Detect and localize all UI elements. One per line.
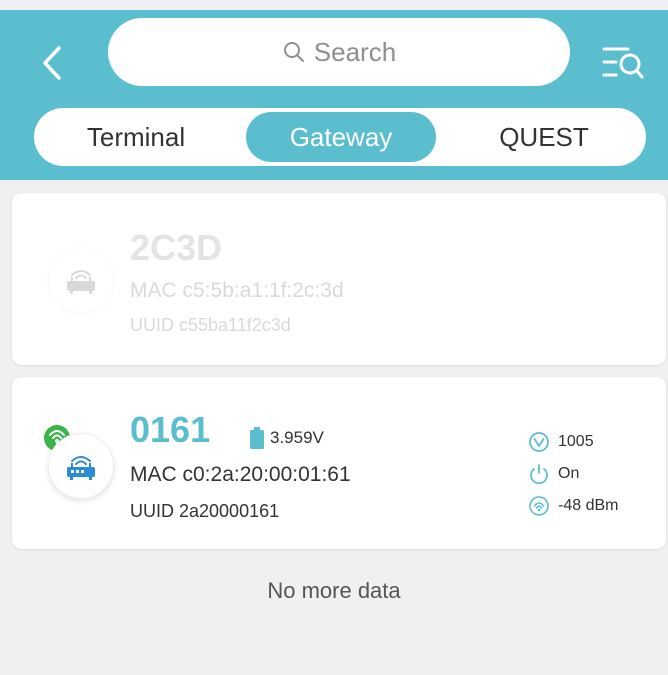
tab-quest[interactable]: QUEST	[456, 112, 632, 162]
device-mac: MAC c0:2a:20:00:01:61	[130, 463, 351, 486]
device-avatar	[48, 433, 114, 499]
device-card[interactable]: 2C3D MAC c5:5b:a1:1f:2c:3d UUID c55ba11f…	[12, 193, 666, 365]
device-avatar	[48, 247, 114, 313]
search-input[interactable]: Search	[108, 18, 570, 86]
device-uuid: UUID c55ba11f2c3d	[130, 315, 291, 335]
battery-icon	[250, 427, 264, 449]
device-mac: MAC c5:5b:a1:1f:2c:3d	[130, 279, 344, 302]
device-name: 0161	[130, 409, 211, 450]
battery-voltage: 3.959V	[270, 428, 324, 447]
tab-terminal[interactable]: Terminal	[48, 112, 224, 162]
router-icon	[67, 270, 95, 294]
version-value: 1005	[558, 433, 594, 450]
list-search-button[interactable]	[598, 38, 648, 86]
back-button[interactable]	[34, 40, 70, 86]
search-placeholder: Search	[313, 36, 397, 67]
chevron-left-icon	[43, 46, 61, 80]
rssi-value: -48 dBm	[558, 497, 619, 514]
device-uuid: UUID 2a20000161	[130, 501, 280, 521]
signal-icon	[529, 496, 549, 516]
no-more-data-label: No more data	[267, 578, 401, 603]
device-card[interactable]: 0161 3.959V MAC c0:2a:20:00:01:61 UUID 2…	[12, 377, 666, 549]
battery-indicator: 3.959V	[250, 427, 324, 449]
firmware-version: 1005	[528, 431, 594, 453]
signal-strength: -48 dBm	[528, 495, 618, 517]
power-value: On	[558, 465, 580, 482]
top-bar: Search Terminal Gateway QUEST	[0, 10, 668, 180]
power-status: On	[528, 463, 579, 485]
router-icon	[67, 456, 95, 480]
power-icon	[530, 464, 548, 485]
version-check-icon	[529, 432, 549, 452]
search-icon	[283, 42, 304, 62]
tab-gateway[interactable]: Gateway	[246, 112, 436, 162]
device-type-tabs: Terminal Gateway QUEST	[34, 108, 646, 166]
device-name: 2C3D	[130, 227, 223, 268]
list-search-icon	[602, 47, 644, 79]
